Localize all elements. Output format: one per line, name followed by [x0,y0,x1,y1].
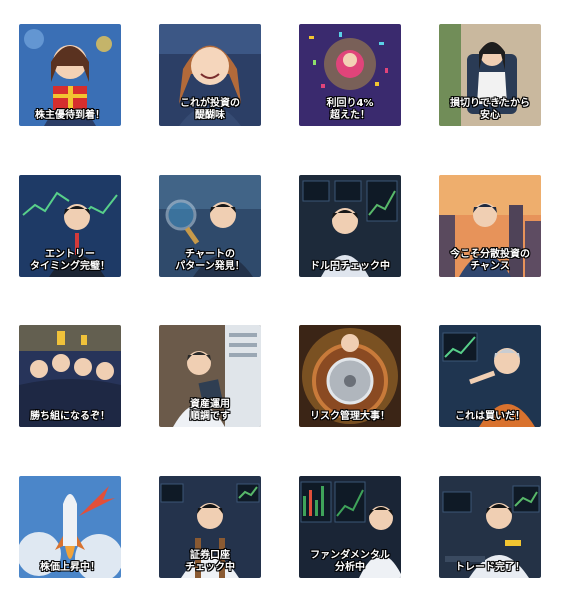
sticker-tile[interactable]: 利回り4% 超えた！ [299,24,401,126]
sticker-caption: 株価上昇中！ [40,562,100,573]
sticker-tile[interactable]: リスク管理大事！ [299,325,401,427]
sticker-caption: 利回り4% 超えた！ [326,98,374,121]
sticker-caption: 今こそ分散投資の チャンス [450,249,530,272]
sticker-tile[interactable]: 損切りできたから 安心 [439,24,541,126]
sticker-grid: 株主優待到着！ これが投資の 醍醐味 利回り4% 超えた！ 損切りできたから 安… [0,0,562,600]
sticker-tile[interactable]: 資産運用 順調です [159,325,261,427]
sticker-caption: 勝ち組になるぞ！ [30,411,110,422]
sticker-tile[interactable]: チャートの パターン発見！ [159,175,261,277]
sticker-tile[interactable]: ファンダメンタル 分析中 [299,476,401,578]
sticker-caption: チャートの パターン発見！ [175,249,245,272]
sticker-tile[interactable]: これが投資の 醍醐味 [159,24,261,126]
sticker-caption: 株主優待到着！ [35,110,105,121]
sticker-tile[interactable]: 今こそ分散投資の チャンス [439,175,541,277]
sticker-caption: ドル円チェック中 [310,261,390,272]
sticker-tile[interactable]: 証券口座 チェック中 [159,476,261,578]
sticker-caption: これは買いだ！ [455,411,525,422]
sticker-caption: トレード完了！ [455,562,525,573]
sticker-tile[interactable]: これは買いだ！ [439,325,541,427]
sticker-tile[interactable]: トレード完了！ [439,476,541,578]
sticker-caption: 資産運用 順調です [190,399,230,422]
sticker-tile[interactable]: 株主優待到着！ [19,24,121,126]
sticker-caption: リスク管理大事！ [310,411,390,422]
sticker-caption: これが投資の 醍醐味 [180,98,240,121]
sticker-tile[interactable]: ドル円チェック中 [299,175,401,277]
sticker-caption: ファンダメンタル 分析中 [310,550,390,573]
sticker-tile[interactable]: エントリー タイミング完璧！ [19,175,121,277]
sticker-caption: 証券口座 チェック中 [185,550,235,573]
sticker-caption: エントリー タイミング完璧！ [30,249,110,272]
sticker-tile[interactable]: 勝ち組になるぞ！ [19,325,121,427]
sticker-tile[interactable]: 株価上昇中！ [19,476,121,578]
sticker-caption: 損切りできたから 安心 [450,98,530,121]
